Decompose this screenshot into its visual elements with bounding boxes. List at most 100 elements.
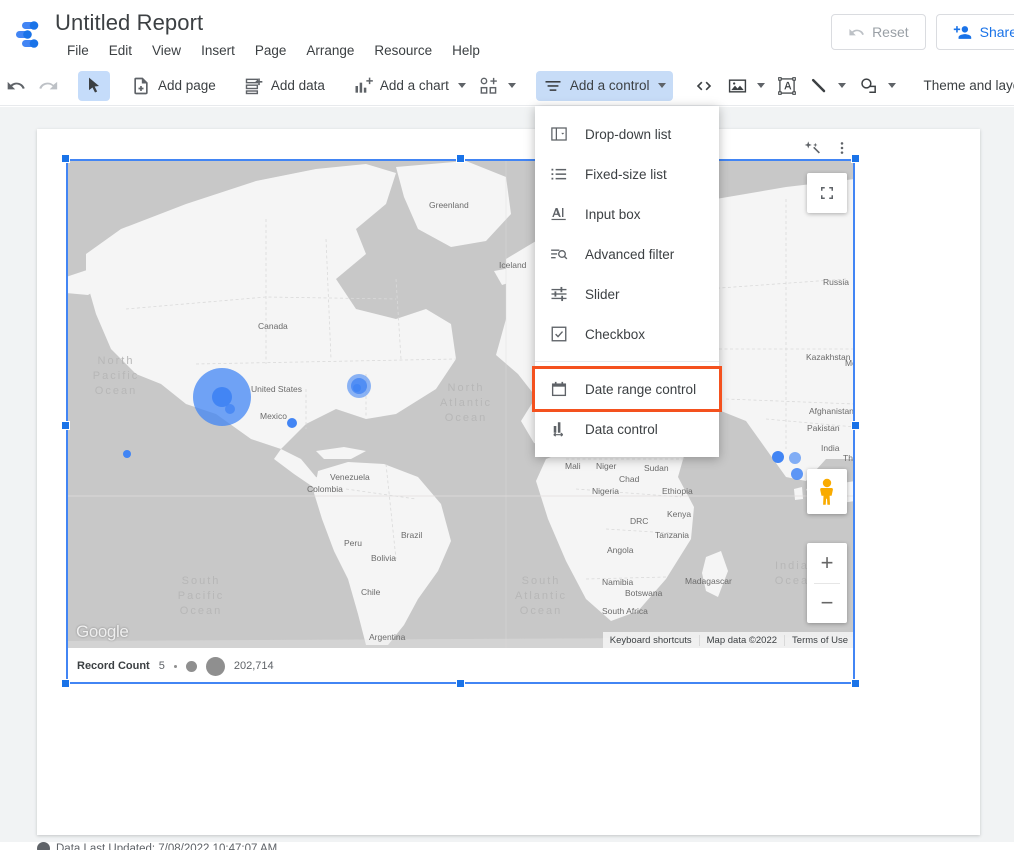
chevron-down-icon: [457, 83, 466, 88]
map-data-point[interactable]: [772, 451, 784, 463]
select-tool-button[interactable]: [78, 70, 110, 101]
resize-handle-ne[interactable]: [851, 154, 860, 163]
legend-dot-md: [185, 660, 197, 672]
map-country-label: Ethiopia: [662, 486, 693, 496]
menu-item-fixed-size-list[interactable]: Fixed-size list: [535, 154, 719, 194]
fullscreen-button[interactable]: [807, 173, 847, 213]
data-control-icon: [549, 419, 569, 439]
menu-item-advanced-filter[interactable]: Advanced filter: [535, 234, 719, 274]
text-box-icon: [778, 76, 797, 95]
resize-handle-nw[interactable]: [61, 154, 70, 163]
map-data-point[interactable]: [225, 404, 235, 414]
undo-icon: [7, 81, 25, 89]
shape-button[interactable]: [852, 71, 902, 101]
zoom-in-button[interactable]: +: [807, 544, 847, 583]
map-data-copyright: Map data ©2022: [698, 634, 784, 646]
menu-bar: File Edit View Insert Page Arrange Resou…: [57, 41, 490, 60]
embed-button[interactable]: [687, 71, 721, 101]
shape-icon: [861, 77, 877, 93]
menu-item-drop-down-list[interactable]: Drop-down list: [535, 114, 719, 154]
theme-and-layout-button[interactable]: Theme and layout: [916, 71, 1014, 101]
menu-edit[interactable]: Edit: [99, 41, 142, 60]
community-viz-icon: [480, 77, 497, 94]
menu-item-label: Data control: [585, 421, 658, 437]
map-country-label: United States: [251, 384, 303, 394]
menu-item-slider[interactable]: Slider: [535, 274, 719, 314]
chart-widget-tools: [800, 136, 854, 160]
add-chart-button[interactable]: Add a chart: [346, 71, 473, 101]
menu-resource[interactable]: Resource: [364, 41, 442, 60]
resize-handle-se[interactable]: [851, 679, 860, 688]
map-country-label: Bolivia: [371, 553, 397, 563]
map-data-point[interactable]: [789, 452, 801, 464]
menu-insert[interactable]: Insert: [191, 41, 245, 60]
google-watermark: Google: [76, 622, 129, 641]
text-box-button[interactable]: [771, 71, 803, 101]
add-control-button[interactable]: Add a control: [535, 70, 674, 101]
image-icon: [729, 78, 747, 93]
more-vert-icon: [840, 142, 844, 154]
map-data-point[interactable]: [287, 418, 297, 428]
filter-control-icon: [545, 80, 561, 91]
resize-handle-sw[interactable]: [61, 679, 70, 688]
map-country-label: Kazakhstan: [806, 352, 851, 362]
menu-item-checkbox[interactable]: Checkbox: [535, 314, 719, 354]
map-country-label: Kenya: [667, 509, 692, 519]
geo-map-chart[interactable]: North Pacific Ocean North Atlantic Ocean…: [61, 154, 860, 688]
reset-button[interactable]: Reset: [831, 14, 926, 50]
ocean-label: North Atlantic Ocean: [439, 382, 493, 424]
report-title[interactable]: Untitled Report: [55, 10, 203, 36]
page-add-icon: [134, 77, 148, 94]
menu-page[interactable]: Page: [245, 41, 297, 60]
map-country-label: Mo: [845, 358, 855, 368]
map-data-point[interactable]: [353, 384, 361, 392]
advanced-filter-icon: [549, 244, 569, 264]
resize-handle-e[interactable]: [851, 421, 860, 430]
map-viewport[interactable]: North Pacific Ocean North Atlantic Ocean…: [66, 159, 855, 648]
menu-separator: [535, 361, 719, 362]
menu-arrange[interactable]: Arrange: [296, 41, 364, 60]
menu-item-label: Input box: [585, 206, 641, 222]
map-country-label: Mali: [565, 461, 581, 471]
line-button[interactable]: [803, 71, 852, 101]
share-button[interactable]: Share: [935, 14, 1014, 50]
add-page-button[interactable]: Add page: [124, 71, 223, 101]
street-view-pegman-icon: [820, 478, 833, 505]
ocean-label: South Atlantic Ocean: [514, 575, 568, 617]
fullscreen-icon: [821, 187, 833, 199]
undo-button[interactable]: [0, 71, 32, 101]
keyboard-shortcuts-link[interactable]: Keyboard shortcuts: [603, 635, 699, 646]
map-data-point[interactable]: [791, 468, 803, 480]
street-view-pegman-button[interactable]: [807, 469, 847, 514]
menu-item-label: Slider: [585, 286, 620, 302]
data-last-updated-text: Data Last Updated: 7/08/2022 10:47:07 AM: [56, 842, 278, 850]
menu-item-input-box[interactable]: Input box: [535, 194, 719, 234]
redo-button[interactable]: [32, 71, 64, 101]
community-viz-button[interactable]: [473, 71, 522, 101]
map-country-label: South Africa: [602, 606, 648, 616]
add-data-button[interactable]: Add data: [237, 71, 332, 101]
undo-icon: [848, 24, 865, 41]
menu-item-label: Fixed-size list: [585, 166, 667, 182]
reset-label: Reset: [872, 24, 909, 40]
add-control-menu[interactable]: Drop-down list Fixed-size list Input box…: [532, 106, 722, 457]
main-toolbar: Add page Add data Add a chart Add a cont…: [0, 66, 1014, 106]
image-button[interactable]: [721, 71, 771, 101]
menu-view[interactable]: View: [142, 41, 191, 60]
resize-handle-s[interactable]: [456, 679, 465, 688]
zoom-out-button[interactable]: −: [807, 584, 847, 623]
menu-item-date-range-control[interactable]: Date range control: [532, 366, 722, 412]
terms-of-use-link[interactable]: Terms of Use: [784, 634, 855, 646]
map-data-point[interactable]: [123, 450, 131, 458]
resize-handle-w[interactable]: [61, 421, 70, 430]
menu-help[interactable]: Help: [442, 41, 490, 60]
map-country-label: Chad: [619, 474, 640, 484]
map-country-label: Brazil: [401, 530, 423, 540]
auto-insight-button[interactable]: [800, 136, 824, 160]
database-add-icon: [245, 78, 263, 94]
report-footer: Data Last Updated: 7/08/2022 10:47:07 AM: [0, 842, 1014, 850]
menu-item-data-control[interactable]: Data control: [535, 409, 719, 449]
menu-file[interactable]: File: [57, 41, 99, 60]
resize-handle-n[interactable]: [456, 154, 465, 163]
map-country-label: Mexico: [260, 411, 287, 421]
